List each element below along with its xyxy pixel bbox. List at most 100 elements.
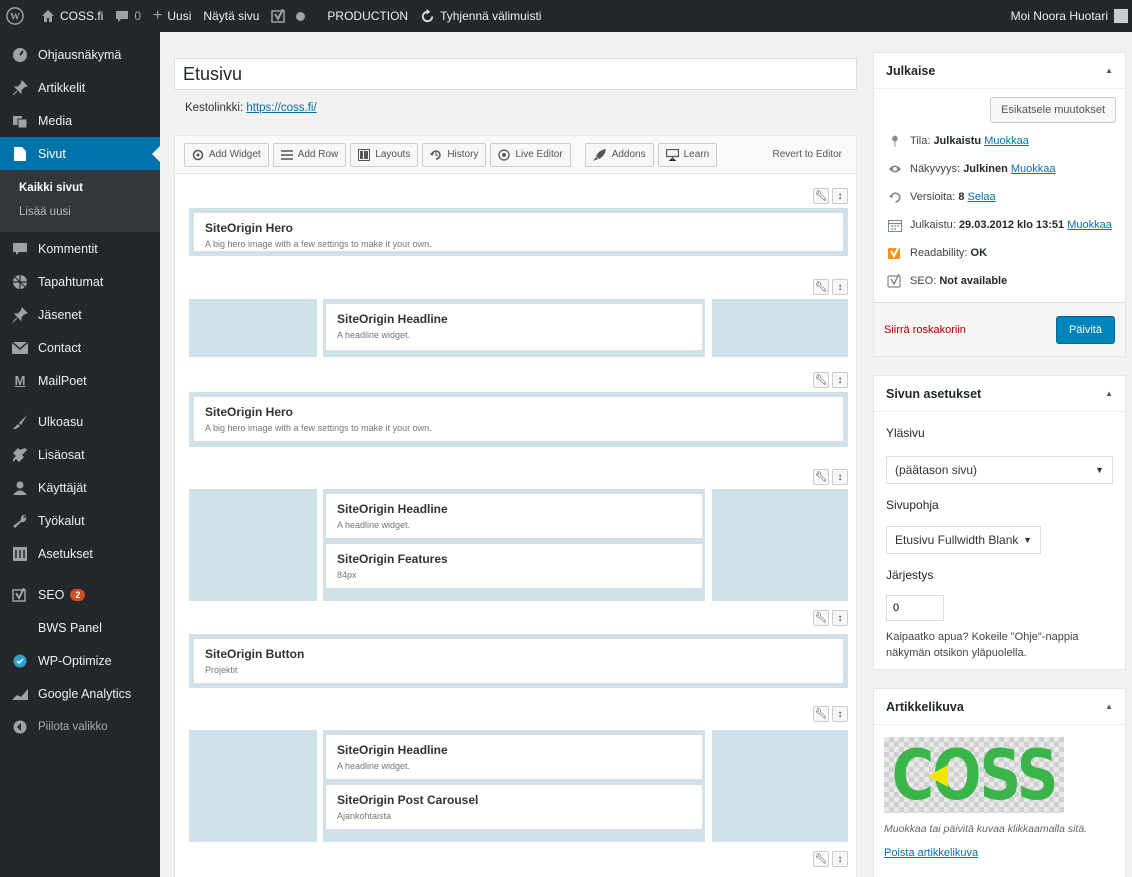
row-settings-wrench-icon[interactable]: 🔧︎	[813, 469, 829, 485]
sidebar-item-google-analytics[interactable]: Google Analytics	[0, 677, 160, 710]
new-content-link[interactable]: + Uusi	[147, 0, 197, 32]
sidebar-item-tools[interactable]: Työkalut	[0, 504, 160, 537]
sidebar-item-settings[interactable]: Asetukset	[0, 537, 160, 570]
order-input[interactable]	[886, 595, 944, 621]
row-body: SiteOrigin Headline A headline widget.	[189, 299, 848, 357]
addons-button[interactable]: Addons	[584, 142, 654, 167]
seo-label: SEO:	[910, 275, 937, 287]
row-move-handle-icon[interactable]: ↕	[832, 279, 848, 295]
edit-status-link[interactable]: Muokkaa	[984, 135, 1029, 147]
sidebar-item-media[interactable]: Media	[0, 104, 160, 137]
move-to-trash-link[interactable]: Siirrä roskakoriin	[884, 324, 966, 336]
sidebar-item-bws-panel[interactable]: BWS Panel	[0, 611, 160, 644]
publish-box-title: Julkaise	[886, 63, 936, 78]
page-title-input[interactable]	[174, 58, 857, 90]
sidebar-item-contact[interactable]: Contact	[0, 331, 160, 364]
collapse-arrow-icon[interactable]: ▲	[1105, 66, 1113, 75]
sidebar-item-plugins[interactable]: Lisäosat	[0, 438, 160, 471]
row-settings-wrench-icon[interactable]: 🔧︎	[813, 706, 829, 722]
remove-featured-image-link[interactable]: Poista artikkelikuva	[874, 835, 1125, 859]
pin-icon	[10, 305, 30, 325]
collapse-arrow-icon[interactable]: ▲	[1105, 702, 1113, 711]
widget-hero[interactable]: SiteOrigin Hero A big hero image with a …	[193, 212, 844, 252]
row-move-handle-icon[interactable]: ↕	[832, 372, 848, 388]
featured-image[interactable]: COSS	[884, 737, 1064, 813]
row-settings-wrench-icon[interactable]: 🔧︎	[813, 372, 829, 388]
history-button[interactable]: History	[422, 142, 487, 167]
widget-headline[interactable]: SiteOrigin Headline A headline widget.	[325, 734, 703, 780]
sidebar-item-posts[interactable]: Artikkelit	[0, 71, 160, 104]
widget-headline[interactable]: SiteOrigin Headline A headline widget.	[325, 493, 703, 539]
submenu-add-new[interactable]: Lisää uusi	[0, 200, 160, 224]
published-date-row: Julkaistu: 29.03.2012 klo 13:51 Muokkaa	[874, 211, 1125, 239]
page-attributes-header[interactable]: Sivun asetukset ▲	[874, 376, 1125, 412]
add-row-button[interactable]: Add Row	[272, 142, 347, 167]
collapse-icon	[10, 717, 30, 737]
help-text: Kaipaatko apua? Kokeile "Ohje"-nappia nä…	[886, 631, 1079, 659]
sidebar-item-comments[interactable]: Kommentit	[0, 232, 160, 265]
sidebar-item-label: Piilota valikko	[38, 720, 108, 733]
sidebar-item-dashboard[interactable]: Ohjausnäkymä	[0, 38, 160, 71]
row-move-handle-icon[interactable]: ↕	[832, 469, 848, 485]
revisions-row: Versioita: 8 Selaa	[874, 183, 1125, 211]
calendar-icon	[886, 219, 904, 232]
sidebar-item-label: WP-Optimize	[38, 653, 112, 668]
logo-triangle-icon	[928, 765, 948, 787]
sidebar-item-appearance[interactable]: Ulkoasu	[0, 405, 160, 438]
sidebar-item-pages[interactable]: Sivut	[0, 137, 160, 170]
my-account-link[interactable]: Moi Noora Huotari	[1005, 0, 1132, 32]
site-name-link[interactable]: COSS.fi	[35, 0, 109, 32]
sidebar-item-events[interactable]: Tapahtumat	[0, 265, 160, 298]
environment-badge[interactable]: PRODUCTION	[321, 0, 414, 32]
widget-features[interactable]: SiteOrigin Features 84px	[325, 543, 703, 589]
template-select[interactable]: Etusivu Fullwidth Blank ▼	[886, 526, 1041, 554]
submenu-all-pages[interactable]: Kaikki sivut	[0, 176, 160, 200]
widget-hero[interactable]: SiteOrigin Hero A big hero image with a …	[193, 396, 844, 442]
permalink-link[interactable]: https://coss.fi/	[246, 102, 316, 114]
widget-description: A headline widget.	[337, 520, 411, 530]
sidebar-item-wp-optimize[interactable]: WP-Optimize	[0, 644, 160, 677]
widget-post-carousel[interactable]: SiteOrigin Post Carousel Ajankohtaista	[325, 784, 703, 830]
browse-revisions-link[interactable]: Selaa	[968, 191, 996, 203]
row-settings-wrench-icon[interactable]: 🔧︎	[813, 279, 829, 295]
sidebar-item-users[interactable]: Käyttäjät	[0, 471, 160, 504]
widget-headline[interactable]: SiteOrigin Headline A headline widget.	[325, 303, 703, 351]
comments-link[interactable]: 0	[109, 0, 147, 32]
widget-title: SiteOrigin Headline	[337, 312, 448, 326]
learn-button[interactable]: Learn	[657, 142, 718, 167]
row-settings-wrench-icon[interactable]: 🔧︎	[813, 188, 829, 204]
row-move-handle-icon[interactable]: ↕	[832, 851, 848, 867]
history-icon	[430, 149, 442, 161]
wordpress-logo-icon[interactable]: W	[0, 0, 35, 32]
update-button[interactable]: Päivitä	[1055, 315, 1115, 344]
edit-visibility-link[interactable]: Muokkaa	[1011, 163, 1056, 175]
sidebar-item-members[interactable]: Jäsenet	[0, 298, 160, 331]
preview-changes-button[interactable]: Esikatsele muutokset	[990, 97, 1116, 123]
live-editor-button[interactable]: Live Editor	[490, 142, 571, 167]
seo-notification-badge: 2	[70, 588, 86, 601]
featured-image-header[interactable]: Artikkelikuva ▲	[874, 689, 1125, 725]
sidebar-item-mailpoet[interactable]: M MailPoet	[0, 364, 160, 397]
sidebar-item-seo[interactable]: SEO 2	[0, 578, 160, 611]
yoast-menu[interactable]	[265, 0, 311, 32]
row-settings-wrench-icon[interactable]: 🔧︎	[813, 851, 829, 867]
purge-cache-link[interactable]: Tyhjennä välimuisti	[414, 0, 547, 32]
parent-page-select[interactable]: (päätason sivu) ▼	[886, 456, 1113, 484]
sidebar-item-collapse-menu[interactable]: Piilota valikko	[0, 710, 160, 743]
edit-date-link[interactable]: Muokkaa	[1067, 219, 1112, 231]
featured-image-box: Artikkelikuva ▲ COSS Muokkaa tai päivitä…	[873, 688, 1126, 877]
row-move-handle-icon[interactable]: ↕	[832, 610, 848, 626]
widget-button[interactable]: SiteOrigin Button Projektit	[193, 638, 844, 684]
mail-icon	[10, 338, 30, 358]
row-move-handle-icon[interactable]: ↕	[832, 706, 848, 722]
view-page-link[interactable]: Näytä sivu	[197, 0, 265, 32]
row-settings-wrench-icon[interactable]: 🔧︎	[813, 610, 829, 626]
add-widget-button[interactable]: Add Widget	[184, 142, 269, 167]
collapse-arrow-icon[interactable]: ▲	[1105, 389, 1113, 398]
revert-to-editor-link[interactable]: Revert to Editor	[773, 149, 842, 160]
row-move-handle-icon[interactable]: ↕	[832, 188, 848, 204]
layouts-button[interactable]: Layouts	[350, 142, 419, 167]
builder-row: 🔧︎ ↕ SiteOrigin Headline A headline widg…	[189, 279, 848, 367]
publish-box-header[interactable]: Julkaise ▲	[874, 53, 1125, 89]
builder-row: 🔧︎ ↕ SiteOrigin Button Projektit	[189, 610, 848, 690]
